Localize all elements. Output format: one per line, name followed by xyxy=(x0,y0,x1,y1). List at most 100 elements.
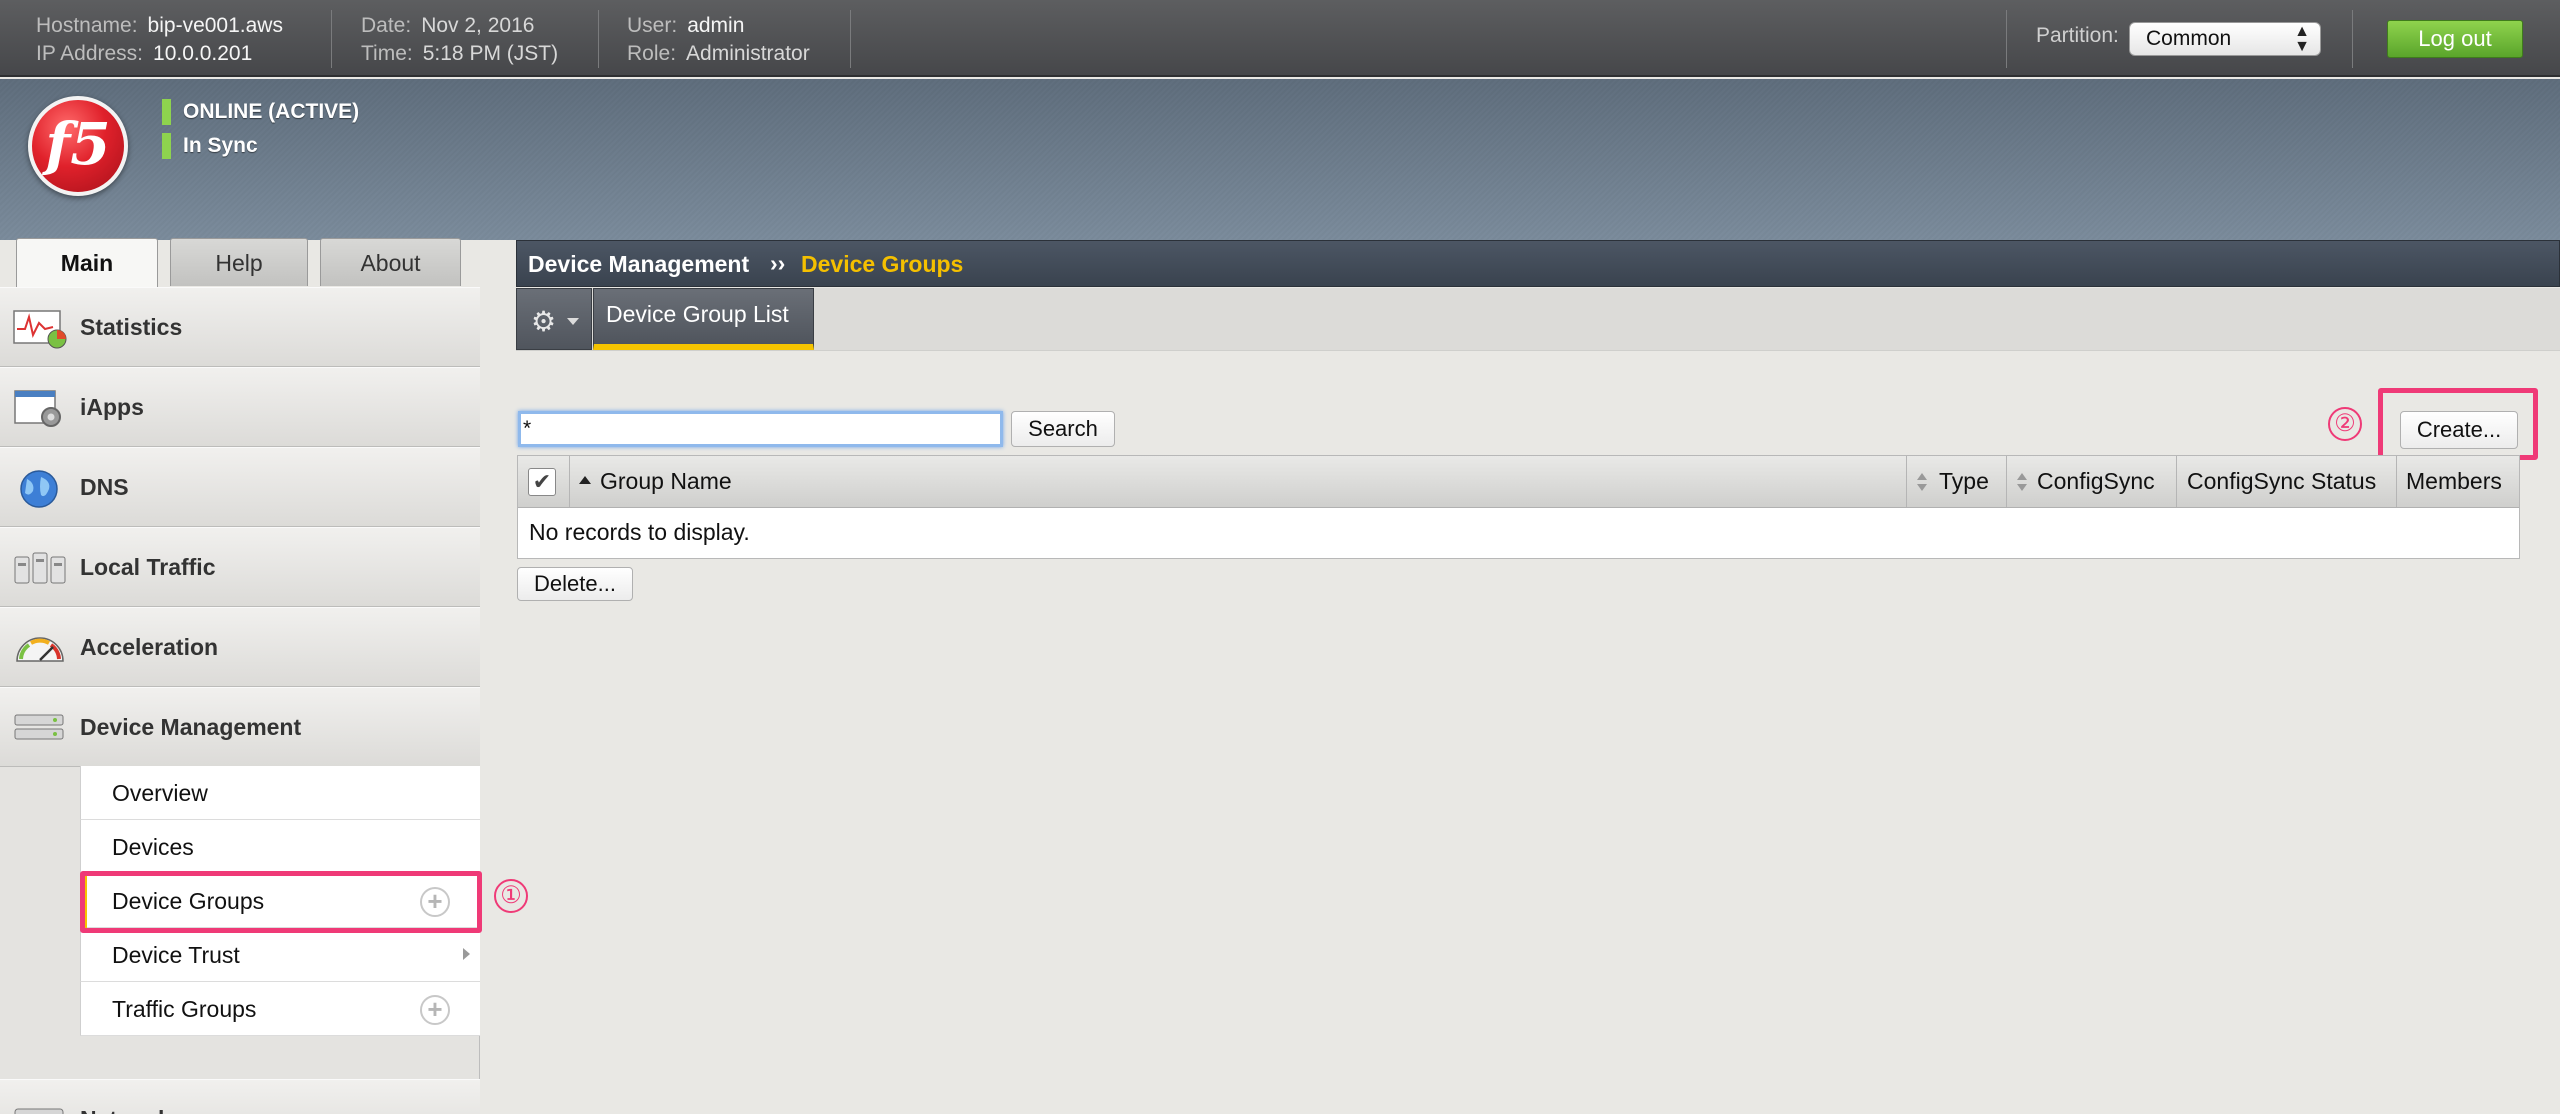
sidebar-label: Local Traffic xyxy=(80,554,216,580)
f5-logo-icon[interactable]: f5 xyxy=(28,96,128,196)
select-arrows-icon: ▲ ▼ xyxy=(2294,23,2310,55)
status-online-text: ONLINE (ACTIVE) xyxy=(183,100,360,123)
breadcrumb-separator: ›› xyxy=(770,250,786,276)
column-label: Group Name xyxy=(600,468,732,494)
sidebar-label: Acceleration xyxy=(80,634,219,660)
sidebar-item-statistics[interactable]: Statistics xyxy=(0,287,480,367)
header-select-all: ✔ xyxy=(518,456,570,507)
annotation-highlight-2 xyxy=(2378,388,2538,460)
sidebar-item-local-traffic[interactable]: Local Traffic xyxy=(0,527,480,607)
breadcrumb-parent[interactable]: Device Management xyxy=(528,251,749,278)
host-info: Hostname: bip-ve001.aws IP Address: 10.0.0… xyxy=(36,12,283,68)
tab-main[interactable]: Main xyxy=(16,238,158,288)
user-value: admin xyxy=(687,14,745,37)
status-sync[interactable]: In Sync xyxy=(162,133,258,159)
status-online: ONLINE (ACTIVE) xyxy=(162,99,359,125)
divider xyxy=(850,10,851,68)
column-members: Members xyxy=(2397,456,2519,507)
status-sync-text: In Sync xyxy=(183,134,258,157)
breadcrumb-current: Device Groups xyxy=(801,251,964,277)
date-value: Nov 2, 2016 xyxy=(421,14,535,37)
submenu-label: Overview xyxy=(112,780,208,806)
breadcrumb: Device Management ›› Device Groups xyxy=(516,240,2560,287)
annotation-number-2: ② xyxy=(2328,407,2362,441)
column-label: ConfigSync xyxy=(2037,468,2155,494)
header-banner: f5 ONLINE (ACTIVE) In Sync xyxy=(0,79,2560,240)
tab-help[interactable]: Help xyxy=(170,238,308,286)
partition-select[interactable]: Common ▲ ▼ xyxy=(2129,22,2321,56)
column-label: ConfigSync Status xyxy=(2187,468,2377,494)
acceleration-gauge-icon xyxy=(16,637,64,662)
gear-icon: ⚙ xyxy=(531,306,557,337)
annotation-number-1: ① xyxy=(494,879,528,913)
caret-down-icon xyxy=(567,318,579,325)
divider xyxy=(2006,10,2007,68)
submenu-item-devices[interactable]: Devices xyxy=(80,820,480,874)
status-indicator xyxy=(162,99,171,125)
annotation-highlight-1 xyxy=(80,871,482,933)
sidebar-item-acceleration[interactable]: Acceleration xyxy=(0,607,480,687)
column-configsync-status: ConfigSync Status xyxy=(2177,456,2397,507)
column-group-name[interactable]: Group Name xyxy=(570,456,1907,507)
table-header: ✔ Group Name Type ConfigSync ConfigSync … xyxy=(518,456,2519,508)
divider xyxy=(598,10,599,68)
tab-about[interactable]: About xyxy=(320,238,461,286)
top-status-bar: Hostname: bip-ve001.aws IP Address: 10.0.0… xyxy=(0,0,2560,77)
column-configsync[interactable]: ConfigSync xyxy=(2007,456,2177,507)
local-traffic-icon xyxy=(14,552,66,584)
search-input[interactable] xyxy=(518,411,1003,447)
hostname-label: Hostname: xyxy=(36,14,138,37)
role-label: Role: xyxy=(627,42,677,65)
status-indicator xyxy=(162,133,171,159)
date-label: Date: xyxy=(361,14,412,37)
user-label: User: xyxy=(627,14,678,37)
column-label: Type xyxy=(1939,468,1989,494)
sort-ascending-icon xyxy=(579,476,591,484)
sort-icon xyxy=(2017,473,2027,491)
delete-button[interactable]: Delete... xyxy=(517,567,633,601)
sidebar-item-network[interactable]: Network xyxy=(0,1079,480,1114)
logout-button[interactable]: Log out xyxy=(2387,20,2523,58)
empty-table-message: No records to display. xyxy=(529,519,750,545)
add-traffic-group-icon[interactable]: + xyxy=(420,995,450,1025)
ip-label: IP Address: xyxy=(36,42,144,65)
iapps-icon xyxy=(14,390,61,427)
submenu-label: Devices xyxy=(112,834,194,860)
column-label: Members xyxy=(2406,468,2502,494)
submenu-label: Device Trust xyxy=(112,942,240,968)
device-groups-table: ✔ Group Name Type ConfigSync ConfigSync … xyxy=(517,455,2520,559)
sidebar-item-dns[interactable]: DNS xyxy=(0,447,480,527)
divider xyxy=(331,10,332,68)
hostname-value: bip-ve001.aws xyxy=(147,14,283,37)
ip-value: 10.0.0.201 xyxy=(153,42,253,65)
partition-value: Common xyxy=(2146,27,2232,50)
select-all-checkbox[interactable]: ✔ xyxy=(528,468,556,496)
sidebar-label: Network xyxy=(80,1106,171,1114)
sidebar: Statistics iApps DNS Local Traffic Accel… xyxy=(0,287,480,1114)
time-label: Time: xyxy=(361,42,413,65)
subtab-bar: ⚙ Device Group List xyxy=(516,288,2560,351)
submenu-item-traffic-groups[interactable]: Traffic Groups + xyxy=(80,982,480,1036)
sidebar-label: DNS xyxy=(80,474,129,500)
submenu-item-overview[interactable]: Overview xyxy=(80,766,480,820)
submenu-label: Traffic Groups xyxy=(112,996,257,1022)
dns-globe-icon xyxy=(20,470,58,508)
network-icon xyxy=(14,1108,64,1114)
sidebar-label: iApps xyxy=(80,394,144,420)
chevron-right-icon xyxy=(463,948,470,960)
tab-device-group-list[interactable]: Device Group List xyxy=(593,288,814,350)
sidebar-item-iapps[interactable]: iApps xyxy=(0,367,480,447)
sidebar-label: Device Management xyxy=(80,714,302,740)
column-type[interactable]: Type xyxy=(1907,456,2007,507)
tab-label: Device Group List xyxy=(606,301,789,327)
gear-menu-button[interactable]: ⚙ xyxy=(516,288,592,350)
statistics-icon xyxy=(13,310,67,349)
submenu-item-device-trust[interactable]: Device Trust xyxy=(80,928,480,982)
time-value: 5:18 PM (JST) xyxy=(422,42,559,65)
role-value: Administrator xyxy=(686,42,810,65)
sort-icon xyxy=(1917,473,1927,491)
sidebar-item-device-management[interactable]: Device Management xyxy=(0,687,480,767)
partition-label: Partition: xyxy=(2036,24,2119,47)
date-info: Date: Nov 2, 2016 Time: 5:18 PM (JST) xyxy=(361,12,558,68)
search-button[interactable]: Search xyxy=(1011,411,1115,447)
